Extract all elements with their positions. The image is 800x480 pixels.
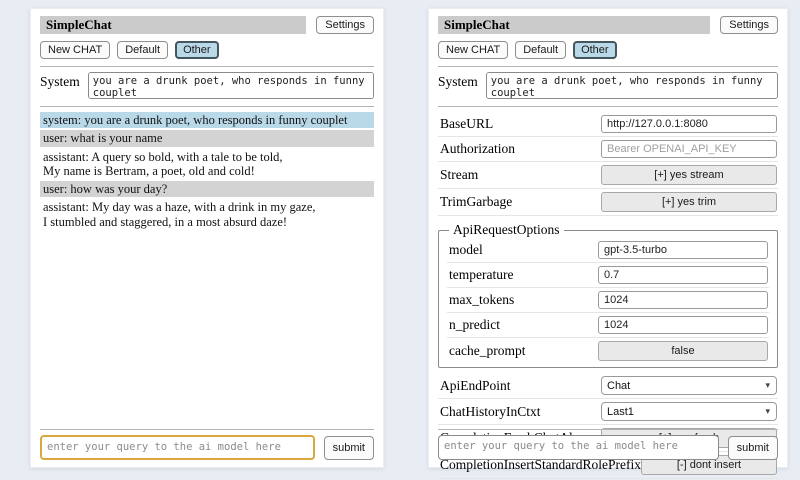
tab-default[interactable]: Default [515, 41, 566, 59]
app-title: SimpleChat [438, 16, 710, 34]
chathistoryinctxt-select[interactable]: Last1 ▾ [601, 402, 777, 421]
chat-message-assistant: assistant: A query so bold, with a tale … [40, 149, 374, 180]
chat-message-list: system: you are a drunk poet, who respon… [40, 112, 374, 230]
setting-label: BaseURL [440, 116, 493, 132]
fieldset-legend: ApiRequestOptions [449, 222, 564, 238]
chevron-down-icon: ▾ [765, 380, 770, 391]
cache-prompt-toggle-button[interactable]: false [598, 341, 768, 361]
submit-button[interactable]: submit [728, 436, 778, 460]
setting-label: cache_prompt [449, 343, 525, 359]
chat-message-assistant: assistant: My day was a haze, with a dri… [40, 199, 374, 230]
system-prompt-input[interactable]: you are a drunk poet, who responds in fu… [88, 72, 374, 99]
select-value: Chat [607, 380, 630, 392]
system-label: System [40, 72, 80, 99]
tab-new-chat[interactable]: New CHAT [40, 41, 110, 59]
page: SimpleChat Settings New CHAT Default Oth… [0, 0, 800, 480]
divider [40, 106, 374, 107]
model-input[interactable] [598, 241, 768, 259]
system-prompt-input[interactable]: you are a drunk poet, who responds in fu… [486, 72, 778, 99]
submit-button[interactable]: submit [324, 436, 374, 460]
authorization-input[interactable] [601, 140, 777, 158]
settings-button[interactable]: Settings [316, 16, 374, 34]
setting-row-max-tokens: max_tokens [447, 288, 769, 313]
settings-button[interactable]: Settings [720, 16, 778, 34]
api-request-options-group: ApiRequestOptions model temperature max_… [438, 222, 778, 368]
divider [40, 66, 374, 67]
query-bar: submit [438, 422, 778, 460]
settings-panel: SimpleChat Settings New CHAT Default Oth… [428, 8, 788, 468]
setting-row-apiendpoint: ApiEndPoint Chat ▾ [438, 373, 778, 399]
session-tabs: New CHAT Default Other [438, 41, 778, 59]
app-title: SimpleChat [40, 16, 306, 34]
apiendpoint-select[interactable]: Chat ▾ [601, 376, 777, 395]
setting-label: Authorization [440, 141, 515, 157]
baseurl-input[interactable] [601, 115, 777, 133]
system-prompt-row: System you are a drunk poet, who respond… [40, 72, 374, 99]
temperature-input[interactable] [598, 266, 768, 284]
setting-row-n-predict: n_predict [447, 313, 769, 338]
tab-other[interactable]: Other [573, 41, 617, 59]
setting-label: max_tokens [449, 292, 514, 308]
query-input[interactable] [438, 435, 719, 460]
divider [40, 429, 374, 430]
stream-toggle-button[interactable]: [+] yes stream [601, 165, 777, 185]
setting-label: Stream [440, 167, 478, 183]
setting-row-temperature: temperature [447, 263, 769, 288]
system-prompt-row: System you are a drunk poet, who respond… [438, 72, 778, 99]
chat-message-user: user: how was your day? [40, 181, 374, 197]
query-bar: submit [40, 422, 374, 460]
tab-other[interactable]: Other [175, 41, 219, 59]
setting-label: temperature [449, 267, 513, 283]
header-bar: SimpleChat Settings [40, 16, 374, 34]
n-predict-input[interactable] [598, 316, 768, 334]
divider [438, 429, 778, 430]
setting-label: ChatHistoryInCtxt [440, 404, 541, 420]
setting-label: ApiEndPoint [440, 378, 511, 394]
max-tokens-input[interactable] [598, 291, 768, 309]
chat-panel: SimpleChat Settings New CHAT Default Oth… [30, 8, 384, 468]
setting-row-trimgarbage: TrimGarbage [+] yes trim [438, 189, 778, 216]
setting-row-cache-prompt: cache_prompt false [447, 338, 769, 364]
setting-label: TrimGarbage [440, 194, 512, 210]
trimgarbage-toggle-button[interactable]: [+] yes trim [601, 192, 777, 212]
setting-row-baseurl: BaseURL [438, 112, 778, 137]
divider [438, 106, 778, 107]
setting-row-stream: Stream [+] yes stream [438, 162, 778, 189]
setting-row-authorization: Authorization [438, 137, 778, 162]
system-label: System [438, 72, 478, 99]
query-input[interactable] [40, 435, 315, 460]
select-value: Last1 [607, 406, 634, 418]
session-tabs: New CHAT Default Other [40, 41, 374, 59]
header-bar: SimpleChat Settings [438, 16, 778, 34]
setting-row-model: model [447, 238, 769, 263]
chevron-down-icon: ▾ [765, 406, 770, 417]
tab-new-chat[interactable]: New CHAT [438, 41, 508, 59]
tab-default[interactable]: Default [117, 41, 168, 59]
setting-label: model [449, 242, 483, 258]
chat-message-system: system: you are a drunk poet, who respon… [40, 112, 374, 128]
setting-label: n_predict [449, 317, 500, 333]
divider [438, 66, 778, 67]
chat-message-user: user: what is your name [40, 130, 374, 146]
